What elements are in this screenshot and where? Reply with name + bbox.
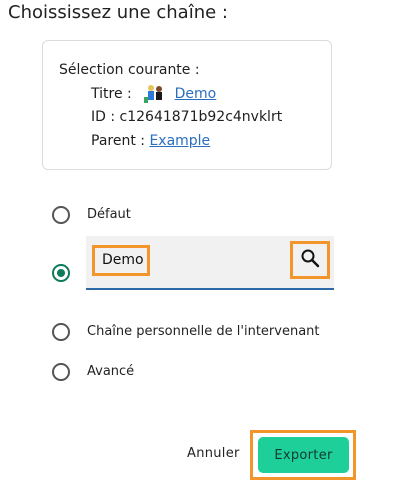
option-personal-channel-label: Chaîne personnelle de l'intervenant bbox=[87, 324, 320, 339]
radio-search[interactable] bbox=[52, 264, 70, 282]
current-parent-row: Parent : Example bbox=[91, 133, 210, 149]
current-id-row: ID : c12641871b92c4nvklrt bbox=[91, 109, 282, 125]
radio-personal-channel[interactable] bbox=[52, 323, 70, 341]
cancel-button[interactable]: Annuler bbox=[187, 446, 240, 461]
option-advanced-label: Avancé bbox=[87, 364, 135, 379]
current-title-row: Titre : Demo bbox=[91, 83, 216, 105]
parent-label: Parent : bbox=[91, 133, 145, 149]
id-value: c12641871b92c4nvklrt bbox=[119, 109, 283, 125]
title-link[interactable]: Demo bbox=[175, 86, 217, 102]
parent-link[interactable]: Example bbox=[149, 133, 210, 149]
search-input[interactable]: Demo bbox=[92, 245, 150, 276]
radio-default[interactable] bbox=[52, 206, 70, 224]
radio-advanced[interactable] bbox=[52, 363, 70, 381]
search-icon bbox=[300, 248, 320, 272]
current-selection-heading: Sélection courante : bbox=[59, 62, 200, 78]
current-selection-card: Sélection courante : Titre : Demo ID : c… bbox=[42, 40, 332, 170]
id-label: ID : bbox=[91, 109, 116, 125]
option-default-label: Défaut bbox=[87, 207, 131, 222]
dialog-title: Choississez une chaîne : bbox=[8, 2, 228, 23]
search-button[interactable] bbox=[290, 241, 330, 279]
title-label: Titre : bbox=[91, 86, 132, 102]
channel-thumbnail-icon bbox=[142, 83, 169, 105]
export-button[interactable]: Exporter bbox=[258, 437, 349, 473]
